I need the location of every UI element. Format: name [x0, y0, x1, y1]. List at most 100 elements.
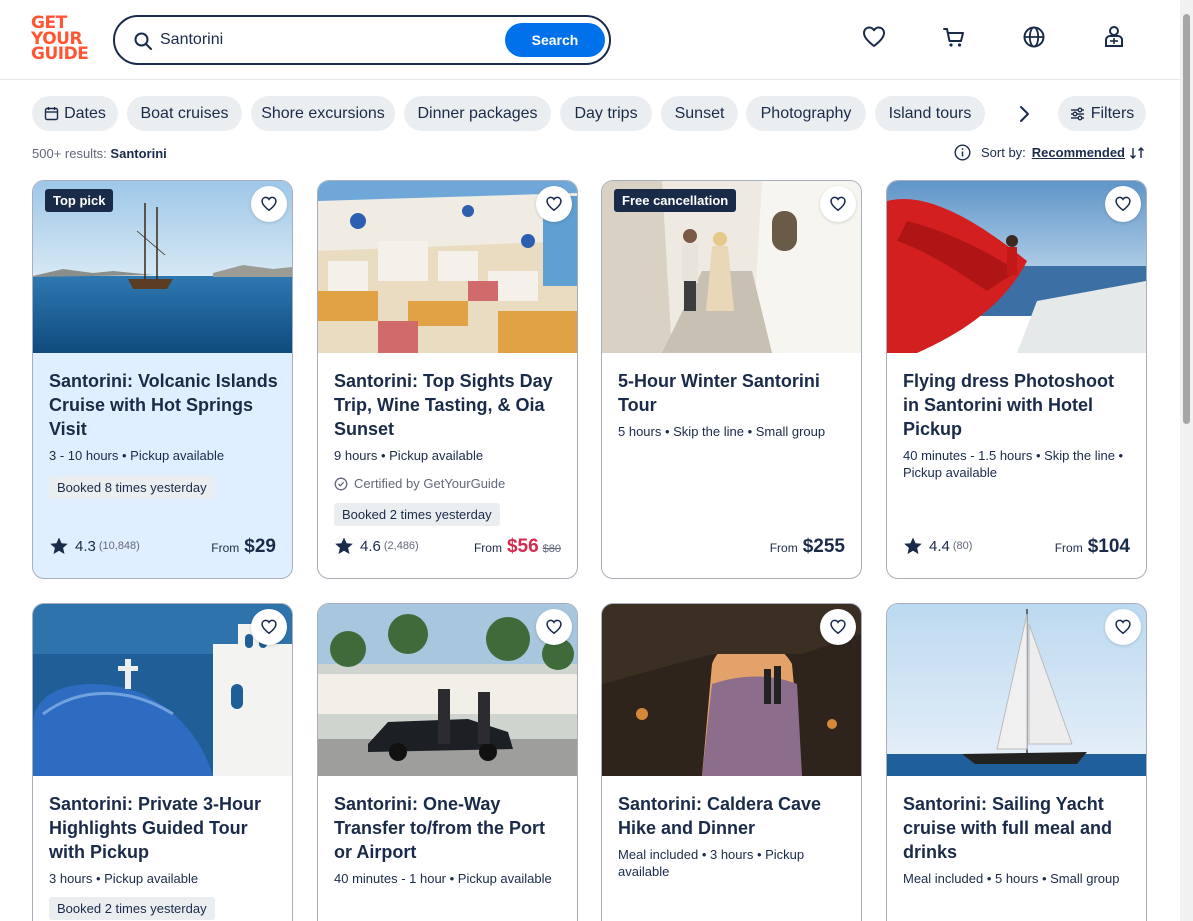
chip-boat-cruises[interactable]: Boat cruises [127, 96, 242, 131]
review-count: (80) [952, 540, 973, 552]
sort-value-link[interactable]: Recommended [1032, 145, 1125, 160]
activity-title[interactable]: Santorini: Top Sights Day Trip, Wine Tas… [334, 369, 564, 441]
cart-icon[interactable] [941, 24, 967, 50]
chip-island-tours[interactable]: Island tours [875, 96, 985, 131]
price-amount: $29 [244, 536, 276, 557]
search-button[interactable]: Search [505, 23, 605, 57]
star-icon [904, 537, 922, 554]
price-amount: $255 [802, 536, 845, 557]
activity-card[interactable]: Santorini: Top Sights Day Trip, Wine Tas… [317, 180, 578, 579]
page-scrollbar[interactable] [1180, 0, 1193, 921]
add-to-wishlist-button[interactable] [536, 186, 572, 222]
site-header: GET YOUR GUIDE Search [0, 0, 1193, 80]
filters-button[interactable]: Filters [1058, 96, 1146, 131]
rating: 4.6 (2,486) [334, 536, 419, 556]
add-to-wishlist-button[interactable] [251, 609, 287, 645]
star-icon [50, 537, 68, 554]
activity-title[interactable]: Flying dress Photoshoot in Santorini wit… [903, 369, 1133, 441]
filters-label: Filters [1090, 104, 1135, 122]
card-footer: 4.6 (2,486) From $56 $80 [334, 536, 561, 560]
booked-badge: Booked 2 times yesterday [334, 503, 500, 526]
activity-card[interactable]: Santorini: Sailing Yacht cruise with ful… [886, 603, 1147, 921]
chip-day-trips[interactable]: Day trips [560, 96, 652, 131]
results-count: 500+ results: Santorini [32, 146, 167, 161]
rating-value: 4.6 [360, 537, 381, 555]
activity-title[interactable]: Santorini: Volcanic Islands Cruise with … [49, 369, 279, 441]
chevron-right-icon[interactable] [1012, 102, 1036, 126]
star-icon [335, 537, 353, 554]
review-count: (2,486) [383, 540, 419, 552]
sort-control: Sort by: Recommended [954, 144, 1145, 161]
search-bar: Search [113, 15, 611, 65]
activity-title[interactable]: Santorini: Sailing Yacht cruise with ful… [903, 792, 1133, 864]
certified-check-icon [334, 477, 348, 490]
card-body: Santorini: One-Way Transfer to/from the … [334, 792, 564, 887]
activity-meta: 3 hours • Pickup available [49, 871, 199, 886]
activity-meta: 3 - 10 hours • Pickup available [49, 448, 225, 463]
info-icon[interactable] [954, 144, 971, 161]
free-cancellation-badge: Free cancellation [614, 189, 737, 212]
activity-meta: Meal included • 5 hours • Small group [903, 871, 1120, 886]
price-from-label: From [769, 541, 798, 555]
price: From $104 [1055, 536, 1130, 558]
user-profile-icon[interactable] [1101, 24, 1127, 50]
card-body: Santorini: Volcanic Islands Cruise with … [49, 369, 279, 499]
card-footer: 4.4 (80) From $104 [903, 536, 1130, 560]
sort-arrows-icon[interactable] [1129, 145, 1145, 161]
activity-card[interactable]: Top pick Santorini: Volcanic Islands Cru… [32, 180, 293, 579]
globe-icon[interactable] [1021, 24, 1047, 50]
activity-title[interactable]: Santorini: Caldera Cave Hike and Dinner [618, 792, 848, 840]
chip-dinner-packages[interactable]: Dinner packages [404, 96, 551, 131]
activity-title[interactable]: 5-Hour Winter Santorini Tour [618, 369, 848, 417]
chip-sunset[interactable]: Sunset [661, 96, 738, 131]
heart-icon [1115, 619, 1131, 635]
add-to-wishlist-button[interactable] [1105, 186, 1141, 222]
review-count: (10,848) [98, 540, 140, 552]
price-from-label: From [1054, 541, 1083, 555]
top-pick-badge: Top pick [45, 189, 114, 212]
add-to-wishlist-button[interactable] [820, 609, 856, 645]
rating: 4.4 (80) [903, 536, 972, 556]
card-body: 5-Hour Winter Santorini Tour 5 hours • S… [618, 369, 848, 440]
card-body: Santorini: Top Sights Day Trip, Wine Tas… [334, 369, 564, 526]
chip-label: Boat cruises [140, 104, 229, 122]
heart-icon [546, 196, 562, 212]
activity-card[interactable]: Santorini: Caldera Cave Hike and Dinner … [601, 603, 862, 921]
activity-title[interactable]: Santorini: One-Way Transfer to/from the … [334, 792, 564, 864]
activity-card[interactable]: Free cancellation 5-Hour Winter Santorin… [601, 180, 862, 579]
activity-card[interactable]: Santorini: Private 3-Hour Highlights Gui… [32, 603, 293, 921]
original-price: $80 [542, 543, 561, 555]
heart-icon [261, 196, 277, 212]
activity-meta: 9 hours • Pickup available [334, 448, 484, 463]
heart-icon [830, 619, 846, 635]
chip-label: Dates [64, 104, 106, 122]
search-input[interactable] [160, 28, 500, 52]
chip-label: Day trips [574, 104, 638, 122]
card-body: Santorini: Caldera Cave Hike and Dinner … [618, 792, 848, 880]
add-to-wishlist-button[interactable] [1105, 609, 1141, 645]
card-body: Santorini: Sailing Yacht cruise with ful… [903, 792, 1133, 887]
chip-shore-excursions[interactable]: Shore excursions [251, 96, 395, 131]
booked-badge: Booked 8 times yesterday [49, 476, 215, 499]
scrollbar-thumb[interactable] [1183, 14, 1190, 424]
price: From $255 [770, 536, 845, 558]
chip-photography[interactable]: Photography [746, 96, 866, 131]
add-to-wishlist-button[interactable] [536, 609, 572, 645]
wishlist-heart-icon[interactable] [861, 24, 887, 50]
rating-value: 4.3 [75, 537, 96, 555]
filter-sliders-icon [1070, 107, 1084, 120]
price-amount: $56 [506, 536, 539, 557]
chip-dates[interactable]: Dates [32, 96, 118, 131]
add-to-wishlist-button[interactable] [251, 186, 287, 222]
activity-card[interactable]: Flying dress Photoshoot in Santorini wit… [886, 180, 1147, 579]
getyourguide-logo[interactable]: GET YOUR GUIDE [31, 15, 91, 64]
chip-label: Dinner packages [417, 104, 538, 122]
price: From $56 $80 [474, 536, 561, 558]
activity-card[interactable]: Santorini: One-Way Transfer to/from the … [317, 603, 578, 921]
activity-title[interactable]: Santorini: Private 3-Hour Highlights Gui… [49, 792, 279, 864]
chip-label: Shore excursions [261, 104, 385, 122]
price: From $29 [211, 536, 276, 558]
chip-label: Photography [760, 104, 852, 122]
activity-meta: 40 minutes - 1.5 hours • Skip the line •… [903, 448, 1124, 480]
add-to-wishlist-button[interactable] [820, 186, 856, 222]
